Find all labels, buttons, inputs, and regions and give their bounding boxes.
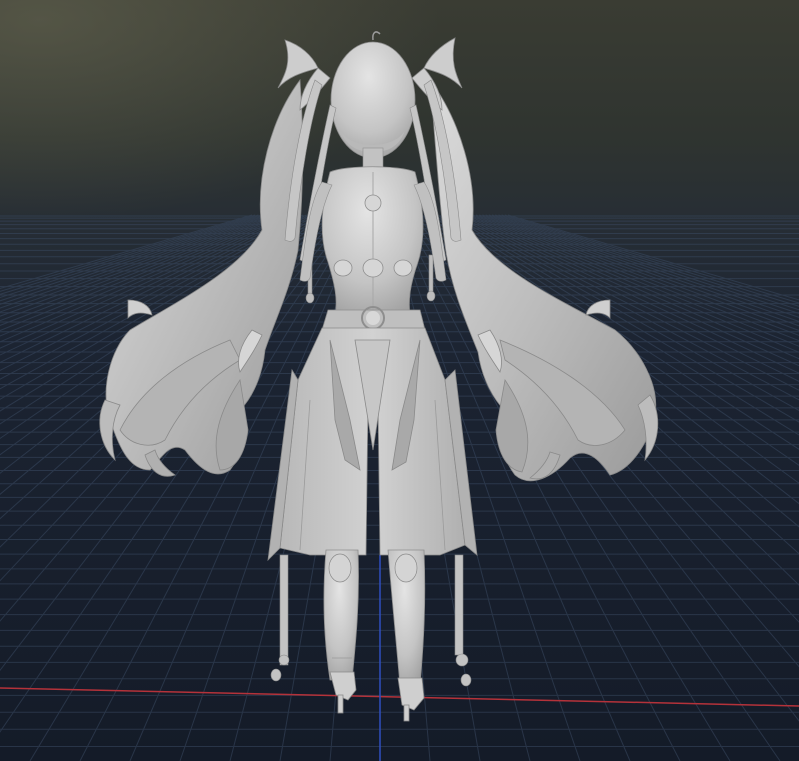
viewport-canvas[interactable] [0, 0, 799, 761]
head [330, 41, 416, 159]
3d-viewport[interactable] [0, 0, 799, 761]
